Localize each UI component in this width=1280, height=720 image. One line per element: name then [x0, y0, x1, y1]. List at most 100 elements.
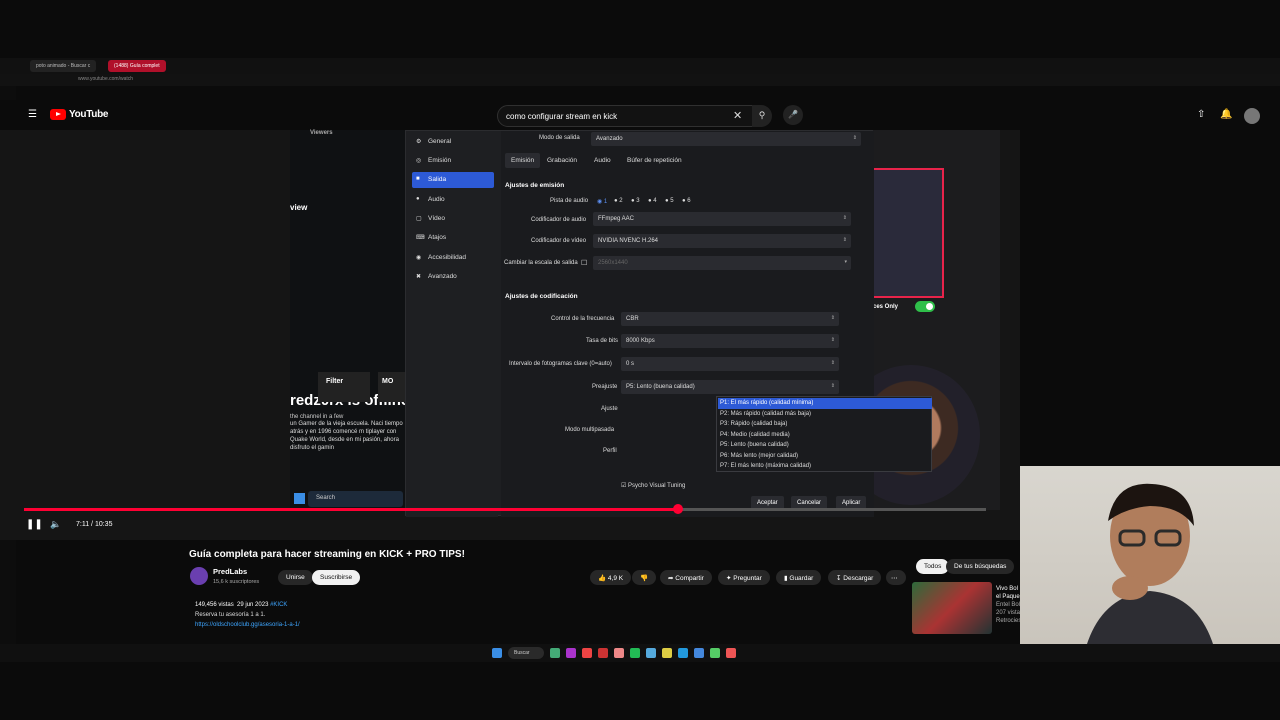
preset-option[interactable]: P2: Más rápido (calidad más baja) [718, 409, 932, 420]
tab-audio[interactable]: Audio [588, 153, 617, 168]
join-button[interactable]: Unirse [278, 570, 313, 585]
taskbar-search-input[interactable]: Buscar [508, 647, 544, 659]
bitrate-input[interactable]: 8000 Kbps ⇕ [621, 334, 839, 348]
share-button[interactable]: ➦ Compartir [660, 570, 712, 585]
output-mode-value: Avanzado [596, 136, 623, 142]
chip-searches[interactable]: De tus búsquedas [946, 559, 1015, 574]
avatar[interactable] [1244, 108, 1260, 124]
save-button[interactable]: ▮ Guardar [776, 570, 822, 585]
audio-track-radio[interactable]: ● 5 [665, 198, 674, 204]
app-icon[interactable] [598, 648, 608, 658]
tab-grabacion[interactable]: Grabación [541, 153, 583, 168]
menu-icon[interactable]: ☰ [28, 109, 37, 120]
windows-start-icon[interactable] [492, 648, 502, 658]
hashtag-link[interactable]: #KICK [270, 602, 287, 608]
audio-track-radio[interactable]: ◉ 1 [597, 198, 607, 205]
tuning-label: Ajuste [601, 406, 618, 412]
search-icon[interactable]: ⚲ [752, 105, 772, 127]
app-icon[interactable] [694, 648, 704, 658]
app-icon[interactable] [550, 648, 560, 658]
sidebar-item-accesibilidad[interactable]: ◉ Accesibilidad [412, 250, 494, 266]
audio-track-radio[interactable]: ● 2 [614, 198, 623, 204]
description-box[interactable]: 149,456 vistas 29 jun 2023 #KICK Reserva… [189, 596, 906, 638]
ask-button[interactable]: ✦ Preguntar [718, 570, 770, 585]
bell-icon[interactable]: 🔔 [1220, 109, 1232, 120]
rate-control-value: CBR [626, 316, 639, 322]
preset-option[interactable]: P5: Lento (buena calidad) [718, 440, 932, 451]
channel-avatar[interactable] [190, 567, 208, 585]
clear-search-icon[interactable]: ✕ [733, 109, 742, 122]
app-icon[interactable] [614, 648, 624, 658]
sidebar-item-label: Audio [428, 196, 445, 203]
channel-name[interactable]: PredLabs [213, 567, 247, 576]
person-figure [1082, 483, 1218, 662]
chevron-down-icon: ▾ [844, 259, 847, 265]
sidebar-item-salida[interactable]: ■ Salida [412, 172, 494, 188]
only-label: ces Only [873, 304, 899, 310]
preset-option[interactable]: P7: El más lento (máxima calidad) [718, 461, 932, 472]
preset-option[interactable]: P6: Más lento (mejor calidad) [718, 451, 932, 462]
address-bar[interactable]: www.youtube.com/watch [0, 74, 1280, 86]
audio-track-radio[interactable]: ● 6 [682, 198, 691, 204]
psycho-checkbox[interactable]: ☑ Psycho Visual Tuning [621, 482, 685, 489]
upload-icon[interactable]: ⇧ [1197, 109, 1205, 120]
mod-button: MO [378, 372, 408, 402]
rate-control-select[interactable]: CBR ⇕ [621, 312, 839, 326]
chip-all[interactable]: Todos [916, 559, 950, 574]
app-icon[interactable] [662, 648, 672, 658]
browser-tab-active[interactable]: (1488) Guía complet [108, 60, 166, 72]
dislike-button[interactable]: 👎 [632, 570, 657, 585]
wrench-icon: ✖ [416, 274, 422, 280]
sidebar-item-avanzado[interactable]: ✖ Avanzado [412, 269, 494, 285]
app-icon[interactable] [646, 648, 656, 658]
globe-icon: ◎ [416, 158, 422, 164]
description-link[interactable]: https://oldschoolclub.gg/asesoria-1-a-1/ [195, 622, 300, 628]
browser-tab[interactable]: poto animado - Buscar c [30, 60, 97, 72]
video-encoder-select[interactable]: NVIDIA NVENC H.264 ⇕ [593, 234, 851, 248]
output-mode-select[interactable]: Avanzado ⇕ [591, 132, 861, 146]
audio-encoder-select[interactable]: FFmpeg AAC ⇕ [593, 212, 851, 226]
rescale-select[interactable]: 2560x1440 ▾ [593, 256, 851, 270]
obs-output-panel: Modo de salida Avanzado ⇕ Emisión Grabaci… [501, 131, 932, 517]
preset-select[interactable]: P5: Lento (buena calidad) ⇕ [621, 380, 839, 394]
preset-option[interactable]: P1: El más rápido (calidad mínima) [718, 398, 932, 409]
like-button[interactable]: 👍 4,9 K [590, 570, 632, 585]
app-icon[interactable] [566, 648, 576, 658]
webcam-overlay [1020, 466, 1280, 662]
stepper-icon: ⇕ [830, 360, 835, 366]
search-input[interactable]: como configurar stream en kick [497, 105, 753, 127]
obs-settings-dialog: ⚙ General ◎ Emisión ■ Salida ● Audio ▢ Vídeo … [405, 130, 932, 517]
sidebar-item-general[interactable]: ⚙ General [412, 134, 494, 150]
download-button[interactable]: ↧ Descargar [828, 570, 882, 585]
audio-track-label: Pista de audio [550, 198, 589, 204]
app-icon[interactable] [630, 648, 640, 658]
audio-track-radio[interactable]: ● 4 [648, 198, 657, 204]
pause-icon[interactable]: ❚❚ [26, 519, 43, 530]
sidebar-item-atajos[interactable]: ⌨ Atajos [412, 230, 494, 246]
app-icon[interactable] [726, 648, 736, 658]
sidebar-item-emision[interactable]: ◎ Emisión [412, 153, 494, 169]
youtube-logo[interactable]: YouTube [50, 109, 109, 120]
volume-icon[interactable]: 🔈 [50, 519, 61, 530]
more-options-icon[interactable]: ⋯ [886, 570, 906, 585]
keyframe-input[interactable]: 0 s ⇕ [621, 357, 839, 371]
rescale-checkbox[interactable]: ☐ [581, 259, 587, 267]
app-icon[interactable] [710, 648, 720, 658]
audio-track-number: 6 [687, 198, 691, 204]
sidebar-item-audio[interactable]: ● Audio [412, 192, 494, 208]
tab-bufer[interactable]: Búfer de repetición [621, 153, 688, 168]
keyframe-label: Intervalo de fotogramas clave (0=auto) [509, 361, 612, 367]
preset-option[interactable]: P4: Medio (calidad media) [718, 430, 932, 441]
audio-track-radio[interactable]: ● 3 [631, 198, 640, 204]
subscribe-button[interactable]: Suscribirse [312, 570, 361, 585]
sidebar-item-video[interactable]: ▢ Vídeo [412, 211, 494, 227]
recommended-thumbnail[interactable] [912, 582, 992, 634]
filter-button: Filter [318, 372, 370, 402]
recommended-title[interactable]: Vivo Bol el Paque Entel Bol 207 vista Ret… [996, 585, 1020, 625]
preset-option[interactable]: P3: Rápido (calidad baja) [718, 419, 932, 430]
tab-emision[interactable]: Emisión [505, 153, 541, 168]
progress-bar[interactable] [24, 504, 986, 514]
mic-icon[interactable]: 🎤 [783, 105, 803, 125]
app-icon[interactable] [678, 648, 688, 658]
app-icon[interactable] [582, 648, 592, 658]
